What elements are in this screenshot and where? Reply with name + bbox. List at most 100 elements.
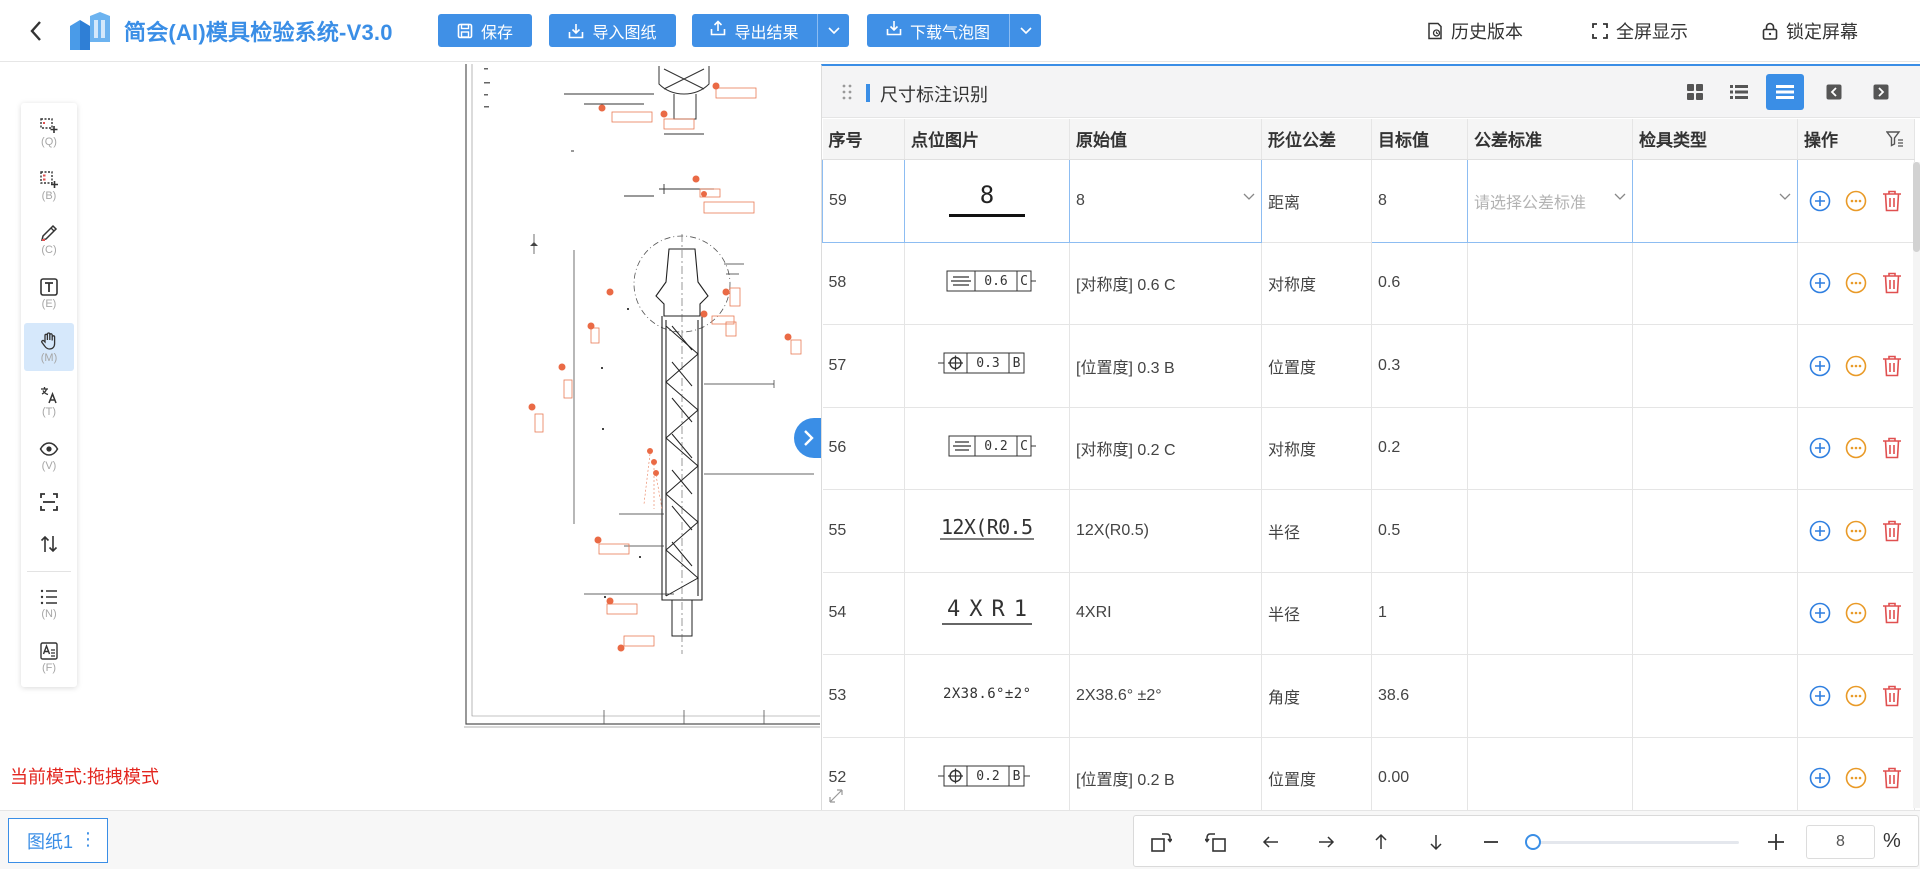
swap-tool[interactable] <box>24 523 74 565</box>
translate-tool[interactable]: (T) <box>24 377 74 425</box>
add-row-button[interactable] <box>1808 436 1832 460</box>
more-vertical-icon[interactable]: ⋮ <box>79 829 97 850</box>
zoom-slider-handle[interactable] <box>1525 834 1541 850</box>
sheet-tab[interactable]: 图纸1 ⋮ <box>8 818 108 863</box>
move-left-button[interactable] <box>1256 827 1286 857</box>
move-right-button[interactable] <box>1311 827 1341 857</box>
delete-row-button[interactable] <box>1880 354 1904 378</box>
lock-screen-link[interactable]: 锁定屏幕 <box>1762 18 1858 44</box>
add-row-button[interactable] <box>1808 601 1832 625</box>
delete-row-button[interactable] <box>1880 601 1904 625</box>
table-row[interactable]: 54 4XR1 4XRI 半径 1 <box>822 572 1915 655</box>
gauge-type[interactable] <box>1632 737 1798 820</box>
more-button[interactable] <box>1844 189 1868 213</box>
filter-icon[interactable] <box>1886 131 1904 147</box>
tolerance-standard[interactable] <box>1467 489 1633 573</box>
view-tool[interactable]: (V) <box>24 431 74 479</box>
gauge-type-select[interactable] <box>1632 158 1798 243</box>
table-row[interactable]: 58 0.6 C [对称度] 0.6 C 对称度 0.6 <box>822 242 1915 325</box>
delete-row-button[interactable] <box>1880 766 1904 790</box>
gauge-type[interactable] <box>1632 242 1798 325</box>
drawing-canvas[interactable] <box>464 64 820 730</box>
import-drawing-button[interactable]: 导入图纸 <box>549 14 676 47</box>
tolerance-standard[interactable] <box>1467 737 1633 820</box>
zoom-in-button[interactable] <box>1761 827 1791 857</box>
more-button[interactable] <box>1844 271 1868 295</box>
fullscreen-link[interactable]: 全屏显示 <box>1592 18 1688 44</box>
more-button[interactable] <box>1844 436 1868 460</box>
tolerance-standard[interactable] <box>1467 324 1633 408</box>
add-box-tool[interactable]: (Q) <box>24 107 74 155</box>
tolerance-standard[interactable] <box>1467 407 1633 490</box>
text-box-tool[interactable]: (E) <box>24 269 74 317</box>
more-button[interactable] <box>1844 519 1868 543</box>
history-version-link[interactable]: 历史版本 <box>1427 18 1523 44</box>
target-value[interactable]: 0.6 <box>1371 242 1468 325</box>
dock-right-button[interactable] <box>1862 74 1900 110</box>
tolerance-standard[interactable] <box>1467 654 1633 738</box>
target-value[interactable]: 1 <box>1371 572 1468 655</box>
move-up-button[interactable] <box>1366 827 1396 857</box>
table-row[interactable]: 55 12X(R0.5 12X(R0.5) 半径 0.5 <box>822 489 1915 573</box>
table-row[interactable]: 52 0.2 B [位置度] 0.2 B 位置度 0.00 <box>822 737 1915 820</box>
gauge-type[interactable] <box>1632 489 1798 573</box>
move-down-button[interactable] <box>1421 827 1451 857</box>
target-value[interactable]: 38.6 <box>1371 654 1468 738</box>
tolerance-standard-select[interactable]: 请选择公差标准 <box>1467 158 1633 243</box>
save-button[interactable]: 保存 <box>438 14 532 47</box>
grid-view-button[interactable] <box>1676 74 1714 110</box>
download-bubble-button[interactable]: 下载气泡图 <box>867 14 1009 47</box>
pencil-tool[interactable]: (C) <box>24 215 74 263</box>
hand-tool[interactable]: (M) <box>24 323 74 371</box>
add-row-button[interactable] <box>1808 354 1832 378</box>
add-row-button[interactable] <box>1808 271 1832 295</box>
gauge-type[interactable] <box>1632 407 1798 490</box>
table-scrollbar-track[interactable] <box>1913 162 1920 808</box>
zoom-input[interactable] <box>1806 825 1875 859</box>
add-row-button[interactable] <box>1808 189 1832 213</box>
zoom-slider-track[interactable] <box>1530 841 1739 844</box>
text-format-tool[interactable]: (F) <box>24 633 74 681</box>
target-value[interactable]: 0.5 <box>1371 489 1468 573</box>
back-icon[interactable] <box>22 16 50 46</box>
table-row[interactable]: 57 0.3 B [位置度] 0.3 B 位置度 0.3 <box>822 324 1915 408</box>
table-scrollbar-thumb[interactable] <box>1913 162 1920 252</box>
gauge-type[interactable] <box>1632 654 1798 738</box>
list-tool[interactable]: (N) <box>24 579 74 627</box>
delete-row-button[interactable] <box>1880 189 1904 213</box>
target-value[interactable]: 0.2 <box>1371 407 1468 490</box>
tolerance-standard[interactable] <box>1467 242 1633 325</box>
table-row[interactable]: 53 2X38.6°±2° 2X38.6° ±2° 角度 38.6 <box>822 654 1915 738</box>
table-row[interactable]: 56 0.2 C [对称度] 0.2 C 对称度 0.2 <box>822 407 1915 490</box>
more-button[interactable] <box>1844 601 1868 625</box>
add-row-button[interactable] <box>1808 766 1832 790</box>
target-value-input[interactable]: 8 <box>1371 158 1468 243</box>
gauge-type[interactable] <box>1632 572 1798 655</box>
add-row-button[interactable] <box>1808 519 1832 543</box>
delete-row-button[interactable] <box>1880 436 1904 460</box>
download-dropdown-button[interactable] <box>1009 14 1041 47</box>
gauge-type[interactable] <box>1632 324 1798 408</box>
drag-handle-icon[interactable] <box>842 84 852 105</box>
export-dropdown-button[interactable] <box>817 14 849 47</box>
add-list-tool[interactable]: (B) <box>24 161 74 209</box>
resize-handle-icon[interactable] <box>828 788 844 809</box>
target-value[interactable]: 0.00 <box>1371 737 1468 820</box>
rotate-left-button[interactable] <box>1146 827 1176 857</box>
more-button[interactable] <box>1844 684 1868 708</box>
tolerance-standard[interactable] <box>1467 572 1633 655</box>
delete-row-button[interactable] <box>1880 519 1904 543</box>
table-row[interactable]: 59 8 8 距离 8 请选择公差标准 <box>822 158 1915 243</box>
more-button[interactable] <box>1844 354 1868 378</box>
more-button[interactable] <box>1844 766 1868 790</box>
raw-value-select[interactable]: 8 <box>1069 158 1262 243</box>
delete-row-button[interactable] <box>1880 271 1904 295</box>
scan-tool[interactable] <box>24 481 74 523</box>
dock-left-button[interactable] <box>1815 74 1853 110</box>
target-value[interactable]: 0.3 <box>1371 324 1468 408</box>
list-view-button[interactable] <box>1720 74 1758 110</box>
export-results-button[interactable]: 导出结果 <box>692 14 817 47</box>
table-view-button[interactable] <box>1766 74 1804 110</box>
zoom-out-button[interactable] <box>1476 827 1506 857</box>
add-row-button[interactable] <box>1808 684 1832 708</box>
